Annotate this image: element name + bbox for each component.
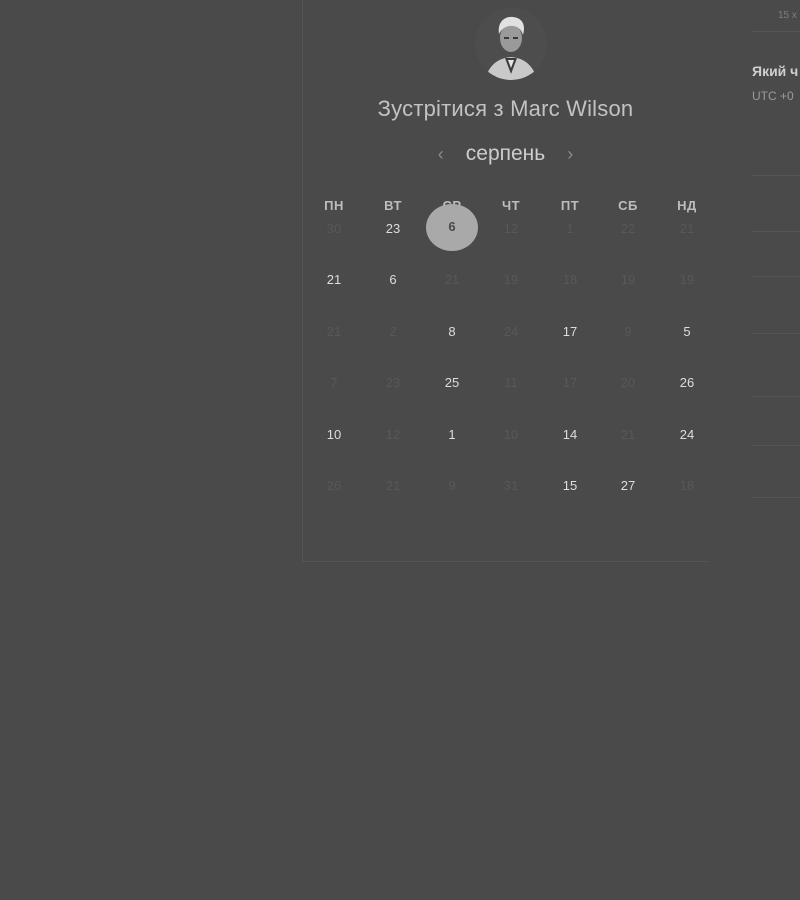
divider — [752, 31, 800, 32]
page-title: Зустрітися з Marc Wilson — [377, 96, 634, 121]
calendar-day-available[interactable]: 5 — [667, 324, 707, 340]
selected-day-number[interactable]: 6 — [426, 219, 478, 234]
calendar-day-unavailable: 18 — [679, 478, 695, 493]
weekday-header: ПН — [324, 198, 344, 213]
divider — [752, 497, 800, 498]
calendar-day-unavailable: 19 — [679, 272, 695, 287]
divider — [752, 445, 800, 446]
timezone-selector[interactable]: UTC +0 — [752, 89, 794, 103]
calendar-day-unavailable: 23 — [385, 375, 401, 390]
calendar-day-available[interactable]: 27 — [608, 478, 648, 494]
calendar-day-unavailable: 9 — [448, 478, 456, 493]
calendar-day-unavailable: 21 — [620, 427, 636, 442]
calendar-day-available[interactable]: 14 — [550, 427, 590, 443]
calendar-day-unavailable: 19 — [503, 272, 519, 287]
chevron-right-icon[interactable]: › — [563, 144, 577, 165]
calendar-day-available[interactable]: 8 — [432, 324, 472, 340]
divider — [752, 276, 800, 277]
calendar-day-available[interactable]: 17 — [550, 324, 590, 340]
weekday-header: ПТ — [560, 198, 580, 213]
calendar-day-available[interactable]: 26 — [667, 375, 707, 391]
person-avatar-icon — [475, 8, 547, 80]
calendar-day-available[interactable]: 15 — [550, 478, 590, 494]
calendar-day-available[interactable]: 25 — [432, 375, 472, 391]
duration-text: 15 х — [778, 10, 797, 21]
weekday-header: НД — [677, 198, 697, 213]
chevron-left-icon[interactable]: ‹ — [434, 144, 448, 165]
calendar-day-unavailable: 30 — [326, 221, 342, 236]
month-navigation: ‹ серпень › — [303, 140, 708, 168]
calendar-day-unavailable: 21 — [444, 272, 460, 287]
calendar-day-unavailable: 22 — [620, 221, 636, 236]
weekday-header: ВТ — [384, 198, 402, 213]
calendar-day-available[interactable]: 21 — [314, 272, 354, 288]
divider — [752, 175, 800, 176]
calendar-day-unavailable: 7 — [330, 375, 338, 390]
calendar-day-unavailable: 2 — [389, 324, 397, 339]
calendar-day-unavailable: 12 — [503, 221, 519, 236]
calendar-day-unavailable: 21 — [385, 478, 401, 493]
calendar-day-available[interactable]: 23 — [373, 221, 413, 237]
divider — [752, 396, 800, 397]
calendar-day-unavailable: 1 — [566, 221, 574, 236]
calendar-day-unavailable: 24 — [503, 324, 519, 339]
calendar-day-unavailable: 10 — [503, 427, 519, 442]
weekday-header: СБ — [618, 198, 638, 213]
calendar-day-unavailable: 9 — [624, 324, 632, 339]
month-label: серпень — [465, 142, 546, 165]
calendar-day-unavailable: 12 — [385, 427, 401, 442]
calendar-day-unavailable: 11 — [504, 375, 518, 390]
host-avatar — [475, 8, 547, 80]
calendar-day-unavailable: 21 — [679, 221, 695, 236]
divider — [752, 333, 800, 334]
calendar-day-available[interactable]: 10 — [314, 427, 354, 443]
calendar-day-unavailable: 19 — [620, 272, 636, 287]
time-selection-column: 15 х Який ч UTC +0 — [752, 0, 800, 560]
time-question-heading: Який ч — [752, 63, 799, 79]
calendar-day-unavailable: 21 — [326, 324, 342, 339]
calendar-day-unavailable: 17 — [562, 375, 578, 390]
calendar-day-unavailable: 20 — [620, 375, 636, 390]
calendar-day-available[interactable]: 6 — [373, 272, 413, 288]
calendar-day-available[interactable]: 24 — [667, 427, 707, 443]
calendar-day-available[interactable]: 1 — [432, 427, 472, 443]
calendar-day-unavailable: 26 — [326, 478, 342, 493]
calendar-day-unavailable: 31 — [503, 478, 519, 493]
divider — [752, 231, 800, 232]
weekday-header: ЧТ — [501, 198, 521, 213]
calendar-day-unavailable: 18 — [562, 272, 578, 287]
